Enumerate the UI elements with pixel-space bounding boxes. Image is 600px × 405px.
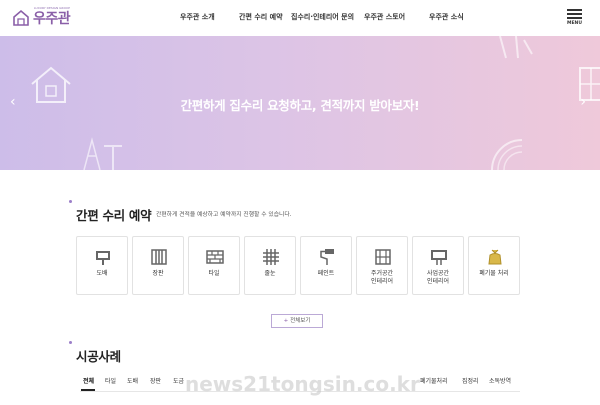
nav-item-booking[interactable]: 간편 수리 예약 xyxy=(239,12,283,22)
waste-bag-icon xyxy=(488,249,502,265)
service-card-waste[interactable]: 폐기물 처리 xyxy=(468,236,520,295)
service-card-flooring[interactable]: 장판 xyxy=(132,236,184,295)
compass-ruler-icon xyxy=(83,137,122,170)
logo-text: 우주관 xyxy=(33,11,71,27)
flooring-icon xyxy=(151,249,167,265)
hamburger-bar xyxy=(567,13,582,15)
service-label: 사업공간 인테리어 xyxy=(426,270,450,285)
service-card-grout[interactable]: 줄눈 xyxy=(244,236,296,295)
watermark-text: news21tongsin.co.kr xyxy=(185,372,420,396)
tab-organizing[interactable]: 집정리 xyxy=(462,376,479,385)
logo-house-icon xyxy=(13,9,29,26)
service-card-paint[interactable]: 페인트 xyxy=(300,236,352,295)
service-label: 장판 xyxy=(152,270,164,277)
commercial-interior-icon xyxy=(431,250,447,265)
cases-title: 시공사례 xyxy=(76,349,121,364)
service-label: 줄눈 xyxy=(264,270,276,277)
menu-label: MENU xyxy=(567,21,582,26)
tab-wallpaper[interactable]: 도배 xyxy=(127,376,138,385)
tab-disinfection[interactable]: 소독방역 xyxy=(489,376,511,385)
service-label: 주거공간 인테리어 xyxy=(370,270,394,285)
logo[interactable]: LUXURY DESIGN GROUP 우주관 xyxy=(12,6,71,28)
service-card-commercial[interactable]: 사업공간 인테리어 xyxy=(412,236,464,295)
view-all-label: 전체보기 xyxy=(290,318,311,324)
residential-interior-icon xyxy=(375,249,391,265)
service-card-tile[interactable]: 타일 xyxy=(188,236,240,295)
service-label: 폐기물 처리 xyxy=(479,270,509,277)
color-swatch-icon xyxy=(491,139,523,170)
service-card-residential[interactable]: 주거공간 인테리어 xyxy=(356,236,408,295)
tile-icon xyxy=(206,250,224,264)
nav-item-news[interactable]: 우주관 소식 xyxy=(429,12,464,22)
site-header: LUXURY DESIGN GROUP 우주관 우주관 소개 간편 수리 예약 … xyxy=(0,0,600,36)
view-all-button[interactable]: + 전체보기 xyxy=(271,314,323,328)
menu-button[interactable]: MENU xyxy=(566,9,583,26)
wallpaper-icon xyxy=(96,251,110,265)
tab-waste[interactable]: 폐기물처리 xyxy=(420,376,448,385)
tab-plating[interactable]: 도금 xyxy=(173,376,184,385)
section-dot xyxy=(69,200,72,203)
paint-roller-icon xyxy=(320,249,334,265)
nav-item-store[interactable]: 우주관 스토어 xyxy=(364,12,405,22)
service-label: 페인트 xyxy=(317,270,335,277)
grout-icon xyxy=(263,249,279,265)
service-label: 도배 xyxy=(96,270,108,277)
service-card-wallpaper[interactable]: 도배 xyxy=(76,236,128,295)
booking-description: 간편하게 견적을 예상하고 예약까지 진행할 수 있습니다. xyxy=(156,212,292,218)
tools-icon xyxy=(499,36,533,59)
tab-tile[interactable]: 타일 xyxy=(105,376,116,385)
booking-title: 간편 수리 예약 xyxy=(76,208,152,223)
service-cards: 도배 장판 타일 줄눈 페인트 주거공간 인테리어 사업공간 인테리어 폐기물 … xyxy=(76,236,520,295)
logo-tagline: LUXURY DESIGN GROUP xyxy=(34,6,70,10)
tab-flooring[interactable]: 장판 xyxy=(150,376,161,385)
active-tab-indicator xyxy=(81,389,95,391)
plus-icon: + xyxy=(283,318,289,324)
nav-item-inquiry[interactable]: 집수리·인테리어 문의 xyxy=(291,12,354,22)
nav-item-about[interactable]: 우주관 소개 xyxy=(180,12,215,22)
service-label: 타일 xyxy=(208,270,220,277)
hamburger-bar xyxy=(567,17,582,19)
tab-all[interactable]: 전체 xyxy=(83,376,94,385)
hero-headline: 간편하게 집수리 요청하고, 견적까지 받아보자! xyxy=(180,98,420,113)
hamburger-icon xyxy=(567,9,582,11)
section-dot xyxy=(69,341,72,344)
hero-banner: ‹ › 간편하게 집수리 요청하고, 견적까지 받아보자! xyxy=(0,36,600,170)
